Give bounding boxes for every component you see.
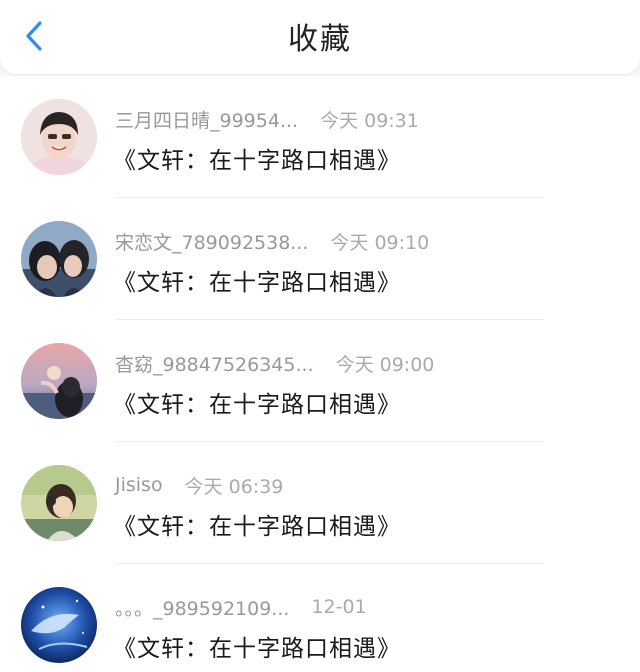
item-title[interactable]: 《文轩：在十字路口相遇》 — [113, 263, 401, 297]
item-meta: 杳窈_98847526345... 今天 09:00 — [115, 348, 434, 378]
list-item[interactable]: 。。。_989592109... 12-01 《文轩：在十字路口相遇》 — [0, 564, 640, 672]
list-item[interactable]: 三月四日晴_99954... 今天 09:31 《文轩：在十字路口相遇》 — [0, 76, 640, 198]
list-item[interactable]: Jisiso 今天 06:39 《文轩：在十字路口相遇》 — [0, 442, 640, 564]
avatar[interactable] — [21, 343, 97, 419]
timestamp: 今天 09:10 — [330, 231, 430, 254]
item-title[interactable]: 《文轩：在十字路口相遇》 — [113, 141, 401, 175]
author-name[interactable]: 杳窈_98847526345... — [115, 350, 314, 377]
item-title[interactable]: 《文轩：在十字路口相遇》 — [113, 629, 401, 663]
author-name[interactable]: Jisiso — [115, 474, 163, 496]
item-meta: 宋恋文_789092538... 今天 09:10 — [115, 226, 429, 256]
author-name[interactable]: 宋恋文_789092538... — [115, 228, 308, 255]
author-name[interactable]: 。。。_989592109... — [115, 594, 289, 621]
item-meta: 。。。_989592109... 12-01 — [115, 592, 367, 622]
item-title[interactable]: 《文轩：在十字路口相遇》 — [113, 385, 401, 419]
timestamp: 今天 06:39 — [184, 475, 284, 498]
item-title[interactable]: 《文轩：在十字路口相遇》 — [113, 507, 401, 541]
top-navigation-bar: 收藏 — [0, 0, 640, 74]
avatar[interactable] — [21, 465, 97, 541]
avatar[interactable] — [21, 221, 97, 297]
avatar[interactable] — [21, 587, 97, 663]
timestamp: 今天 09:31 — [320, 109, 419, 132]
avatar[interactable] — [21, 99, 97, 175]
item-meta: Jisiso 今天 06:39 — [115, 470, 283, 500]
list-item[interactable]: 杳窈_98847526345... 今天 09:00 《文轩：在十字路口相遇》 — [0, 320, 640, 442]
timestamp: 今天 09:00 — [335, 353, 435, 376]
timestamp: 12-01 — [311, 596, 367, 618]
author-name[interactable]: 三月四日晴_99954... — [115, 106, 298, 133]
item-meta: 三月四日晴_99954... 今天 09:31 — [115, 104, 419, 134]
favorites-list: 三月四日晴_99954... 今天 09:31 《文轩：在十字路口相遇》 宋恋文… — [0, 76, 640, 672]
list-item[interactable]: 宋恋文_789092538... 今天 09:10 《文轩：在十字路口相遇》 — [0, 198, 640, 320]
favorites-page: 收藏 三月四日晴_99954... 今天 09:31 《文轩：在十字路口相遇》 — [0, 0, 640, 672]
page-title: 收藏 — [288, 22, 352, 57]
